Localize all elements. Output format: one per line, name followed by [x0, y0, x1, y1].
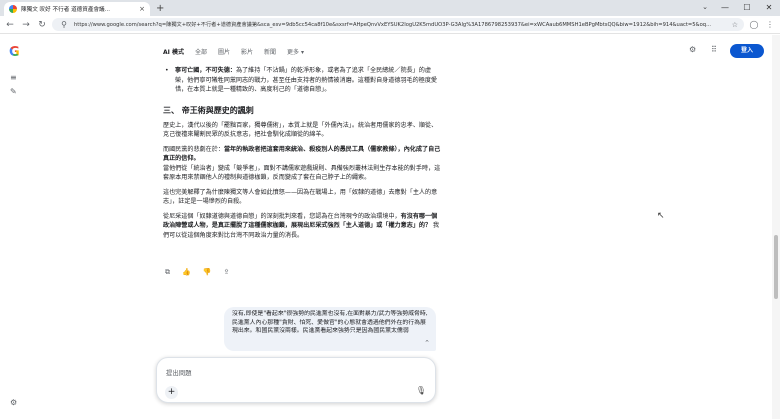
paragraph-1: 歷史上，漢代以後的「罷黜百家，獨尊儒術」，本質上就是「外儒內法」。統治者用儒家的… [163, 121, 438, 139]
share-icon[interactable]: ⇪ [223, 268, 229, 277]
ai-answer: 寧可亡國，不可失德：為了維持「不沾鍋」的乾淨形象，或者為了追求「全民總統／院長」… [163, 66, 443, 245]
answer-actions: ⧉ 👍 👎 ⇪ [165, 268, 229, 277]
left-rail: G ≡ ✎ ⚙ [0, 35, 28, 419]
apps-grid-icon[interactable]: ⠿ [711, 45, 717, 54]
section-heading: 三、 帝王術與歷史的諷刺 [163, 105, 254, 115]
google-favicon-icon [9, 5, 17, 13]
bookmark-star-icon[interactable]: ☆ [732, 21, 738, 29]
paragraph-2: 而國民黨的悲劇在於：當年的執政者把這套用來統治、殺疫別人的愚民工具（儒家教條），… [163, 145, 443, 183]
paragraph-4: 從尼采這個「奴隸道德與道德自戀」的深刻批判來看，您認為在台灣現今的政治環境中，有… [163, 212, 443, 241]
bullet-lead: 寧可亡國，不可失德： [175, 67, 236, 74]
user-message-bubble: 沒有,即使是"看起來"很強勢的民進黨也沒有,在面對暴力/武力等強勢威脅時,民進黨… [224, 307, 436, 351]
copy-icon[interactable]: ⧉ [165, 268, 170, 277]
tab-search-icon[interactable]: ⌄ [702, 3, 708, 11]
add-attachment-button[interactable]: + [165, 386, 178, 399]
mouse-cursor-icon: ↖ [657, 211, 665, 221]
new-tab-button[interactable]: + [156, 2, 164, 16]
prompt-composer[interactable]: 提出問題 + 🎙 [156, 357, 436, 403]
p2-lead: 而國民黨的悲劇在於： [163, 145, 224, 153]
reload-icon[interactable]: ↻ [36, 20, 48, 30]
window-controls: — ☐ ✕ [714, 0, 780, 16]
tab-images[interactable]: 圖片 [218, 47, 230, 56]
tab-close-icon[interactable]: × [139, 5, 145, 13]
maximize-icon[interactable]: ☐ [736, 0, 758, 16]
settings-icon[interactable]: ⚙ [689, 45, 696, 54]
tab-all[interactable]: 全部 [195, 47, 207, 56]
google-logo-icon[interactable]: G [9, 46, 20, 59]
page-scrollbar[interactable] [772, 35, 780, 419]
microphone-icon[interactable]: 🎙 [416, 386, 426, 395]
url-text: https://www.google.com/search?q=陳獨文+叹好+不… [74, 22, 712, 28]
browser-tab[interactable]: 陳獨文 叹好 不行者 道德資產會議... × [4, 2, 150, 16]
p2-rest: 當他們從「統治者」變成「競爭者」，面對不講儒家遊戲規則、具備強烈叢林法則生存本能… [163, 164, 441, 182]
address-bar[interactable]: ⚲ https://www.google.com/search?q=陳獨文+叹好… [52, 18, 744, 31]
minimize-icon[interactable]: — [714, 0, 736, 16]
search-mode-tabs: AI 模式 全部 圖片 影片 新聞 更多 ▾ [163, 47, 304, 56]
back-icon[interactable]: ← [4, 20, 16, 30]
login-button[interactable]: 登入 [730, 44, 764, 58]
thumbs-down-icon[interactable]: 👎 [203, 268, 212, 277]
tab-ai-mode[interactable]: AI 模式 [163, 47, 184, 56]
tab-strip: 陳獨文 叹好 不行者 道德資產會議... × + [0, 0, 780, 16]
paragraph-3: 這也完美解釋了為什麼陳獨文等人會如此憤怒——因為在戰場上，用「奴隸的道德」去應對… [163, 188, 438, 206]
profile-icon[interactable]: ◯ [748, 20, 760, 29]
answer-bullet: 寧可亡國，不可失德：為了維持「不沾鍋」的乾淨形象，或者為了追求「全民總統／院長」… [163, 66, 443, 95]
scrollbar-thumb[interactable] [774, 235, 778, 299]
tab-more[interactable]: 更多 ▾ [287, 47, 304, 56]
prompt-placeholder[interactable]: 提出問題 [166, 368, 192, 377]
close-window-icon[interactable]: ✕ [758, 0, 780, 16]
new-chat-icon[interactable]: ✎ [10, 87, 17, 96]
tab-title: 陳獨文 叹好 不行者 道德資產會議... [21, 7, 110, 13]
settings-gear-icon[interactable]: ⚙ [10, 398, 17, 407]
user-message-text: 沒有,即使是"看起來"很強勢的民進黨也沒有,在面對暴力/武力等強勢威脅時,民進黨… [232, 311, 428, 334]
chevron-up-icon[interactable]: ⌃ [424, 339, 430, 348]
tab-news[interactable]: 新聞 [264, 47, 276, 56]
tab-videos[interactable]: 影片 [241, 47, 253, 56]
forward-icon[interactable]: → [20, 20, 32, 30]
menu-dots-icon[interactable]: ⋮ [764, 20, 776, 29]
menu-hamburger-icon[interactable]: ≡ [10, 73, 17, 82]
browser-toolbar: ← → ↻ ⚲ https://www.google.com/search?q=… [0, 16, 780, 34]
site-info-icon[interactable]: ⚲ [58, 20, 70, 29]
p4-a: 從尼采這個「奴隸道德與道德自戀」的深刻批判來看，您認為在台灣現今的政治環境中， [163, 212, 401, 220]
thumbs-up-icon[interactable]: 👍 [182, 268, 191, 277]
